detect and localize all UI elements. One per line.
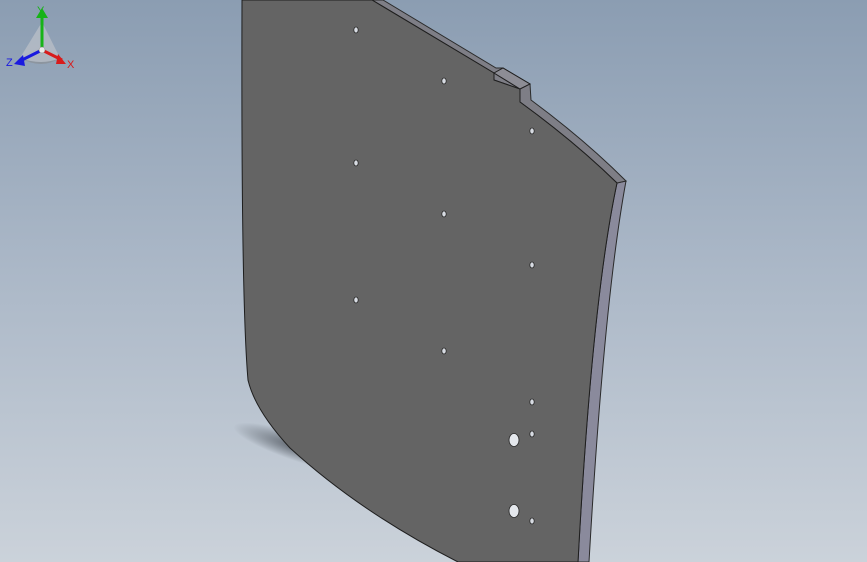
hole	[529, 398, 535, 406]
hole	[353, 26, 359, 34]
hole	[529, 430, 535, 438]
large-hole	[508, 504, 520, 518]
hole	[353, 296, 359, 304]
hole	[529, 261, 535, 269]
large-hole	[508, 433, 520, 447]
hole	[353, 159, 359, 167]
hole	[529, 517, 535, 525]
triad-origin	[38, 46, 46, 54]
z-axis-label: Z	[6, 57, 13, 69]
graphics-area[interactable]: Y X Z	[0, 0, 867, 562]
x-axis-label: X	[67, 59, 75, 71]
model-view[interactable]	[0, 0, 867, 562]
hole	[529, 127, 535, 135]
hole	[441, 210, 447, 218]
y-axis-label: Y	[37, 5, 45, 17]
hole	[441, 77, 447, 85]
view-orientation-triad-icon[interactable]: Y X Z	[0, 0, 84, 74]
hole	[441, 347, 447, 355]
part-main-face[interactable]	[241, 0, 618, 562]
